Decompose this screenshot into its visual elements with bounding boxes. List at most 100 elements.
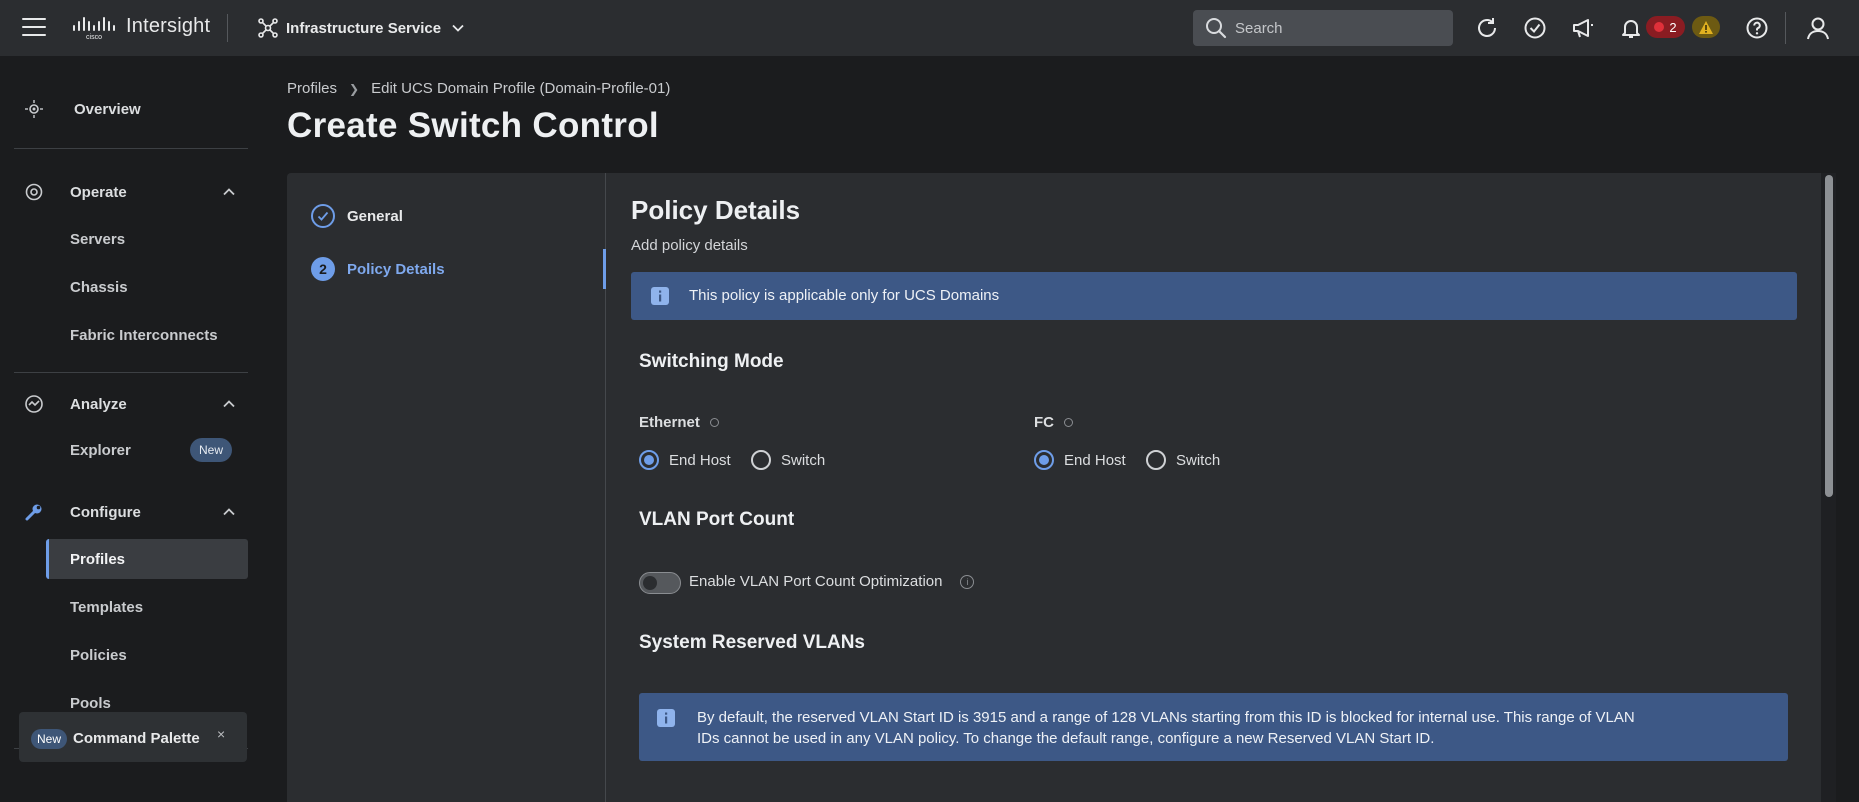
sidebar: Overview Operate Servers Chassis Fabric … (0, 56, 262, 802)
sidebar-section-operate[interactable]: Operate (0, 172, 248, 212)
step-label: Policy Details (347, 260, 445, 278)
info-icon (657, 709, 675, 727)
fc-label: FC (1034, 414, 1073, 431)
sidebar-item-chassis[interactable]: Chassis (46, 267, 248, 307)
reserved-vlans-info-banner: By default, the reserved VLAN Start ID i… (639, 693, 1788, 761)
warning-icon (1699, 20, 1713, 34)
chevron-up-icon (223, 188, 235, 196)
section-subtitle: Add policy details (631, 237, 748, 254)
critical-alarm-count: 2 (1669, 19, 1677, 35)
step-label: General (347, 207, 403, 225)
ethernet-label: Ethernet (639, 414, 719, 431)
top-bar: cisco Intersight Infrastructure Service … (0, 0, 1859, 56)
warning-alarms-badge[interactable] (1692, 16, 1720, 38)
radio-label: Switch (1176, 451, 1221, 469)
sidebar-label: Analyze (70, 395, 127, 413)
new-badge: New (190, 438, 232, 462)
sidebar-label: Configure (70, 503, 141, 521)
chevron-up-icon (223, 508, 235, 516)
breadcrumb-edit-profile[interactable]: Edit UCS Domain Profile (Domain-Profile-… (371, 80, 670, 97)
radio-label: End Host (669, 451, 731, 469)
vlan-port-count-title: VLAN Port Count (639, 509, 795, 530)
command-palette-label: Command Palette (73, 730, 200, 747)
system-reserved-vlans-title: System Reserved VLANs (639, 632, 865, 653)
sidebar-label: Overview (74, 100, 141, 118)
fc-label-text: FC (1034, 414, 1054, 431)
step-number: 2 (311, 257, 335, 281)
check-icon (311, 204, 335, 228)
radio-label: Switch (781, 451, 826, 469)
toggle-label-text: Enable VLAN Port Count Optimization (689, 573, 943, 590)
divider (14, 372, 248, 373)
scrollbar[interactable] (1821, 173, 1836, 802)
section-title: Policy Details (631, 195, 801, 225)
sidebar-section-configure[interactable]: Configure (0, 492, 248, 532)
menu-icon[interactable] (22, 18, 46, 38)
announcement-icon[interactable] (1570, 15, 1596, 41)
search-icon (1206, 18, 1227, 39)
info-icon[interactable] (1064, 418, 1073, 427)
divider (14, 148, 248, 149)
breadcrumb: Profiles ❯ Edit UCS Domain Profile (Doma… (287, 80, 670, 97)
infrastructure-icon (258, 18, 278, 38)
wizard-card: General 2 Policy Details Policy Details … (287, 173, 1836, 802)
scrollbar-thumb[interactable] (1825, 175, 1833, 497)
sidebar-item-policies[interactable]: Policies (46, 635, 248, 675)
switching-mode-title: Switching Mode (639, 351, 784, 372)
notifications-bell-icon[interactable] (1618, 15, 1644, 41)
sidebar-item-fabric-interconnects[interactable]: Fabric Interconnects (46, 315, 248, 355)
policy-details-panel: Policy Details Add policy details This p… (631, 173, 1811, 802)
search-placeholder: Search (1235, 19, 1283, 37)
user-profile-icon[interactable] (1805, 15, 1831, 41)
help-icon[interactable] (1744, 15, 1770, 41)
radio-selected (1034, 450, 1054, 470)
sidebar-item-overview[interactable]: Overview (0, 89, 248, 129)
ethernet-switch-radio[interactable]: Switch (751, 450, 825, 470)
reserved-vlans-info-text: By default, the reserved VLAN Start ID i… (697, 709, 1635, 747)
breadcrumb-profiles[interactable]: Profiles (287, 80, 337, 97)
ethernet-end-host-radio[interactable]: End Host (639, 450, 731, 470)
operate-gear-icon (25, 183, 43, 201)
sidebar-item-profiles[interactable]: Profiles (46, 539, 248, 579)
divider (1785, 12, 1786, 44)
wizard-steps: General 2 Policy Details (287, 173, 606, 802)
analyze-icon (25, 395, 43, 413)
info-banner: This policy is applicable only for UCS D… (631, 272, 1797, 320)
configure-wrench-icon (25, 504, 42, 521)
vlan-port-count-toggle-label: Enable VLAN Port Count Optimization i (689, 573, 975, 590)
overview-icon (25, 100, 43, 118)
new-badge: New (31, 729, 68, 749)
page-title: Create Switch Control (287, 106, 659, 145)
sidebar-section-analyze[interactable]: Analyze (0, 384, 248, 424)
close-icon[interactable]: × (217, 726, 225, 742)
radio-unselected (751, 450, 771, 470)
sidebar-label: Operate (70, 183, 127, 201)
fc-end-host-radio[interactable]: End Host (1034, 450, 1126, 470)
critical-alarm-icon (1654, 22, 1665, 32)
radio-label: End Host (1064, 451, 1126, 469)
refresh-icon[interactable] (1474, 15, 1500, 41)
requests-check-icon[interactable] (1522, 15, 1548, 41)
ethernet-label-text: Ethernet (639, 414, 700, 431)
radio-unselected (1146, 450, 1166, 470)
info-icon[interactable]: i (960, 574, 975, 589)
info-icon (651, 287, 669, 305)
step-general[interactable]: General (311, 203, 403, 229)
divider (227, 14, 228, 42)
sidebar-item-templates[interactable]: Templates (46, 587, 248, 627)
cisco-logo: cisco (72, 16, 116, 40)
vlan-port-count-toggle[interactable] (639, 572, 681, 594)
info-banner-text: This policy is applicable only for UCS D… (689, 287, 1000, 304)
command-palette-promo[interactable]: New Command Palette × (19, 712, 247, 762)
service-selector[interactable]: Infrastructure Service (258, 16, 473, 40)
service-name: Infrastructure Service (286, 19, 442, 37)
fc-switch-radio[interactable]: Switch (1146, 450, 1220, 470)
critical-alarms-badge[interactable]: 2 (1646, 16, 1685, 38)
svg-text:cisco: cisco (86, 34, 102, 40)
sidebar-item-servers[interactable]: Servers (46, 219, 248, 259)
step-policy-details[interactable]: 2 Policy Details (311, 256, 445, 282)
app-name: Intersight (126, 15, 211, 37)
search-input[interactable]: Search (1193, 10, 1453, 46)
chevron-right-icon: ❯ (349, 81, 360, 96)
info-icon[interactable] (709, 418, 719, 427)
